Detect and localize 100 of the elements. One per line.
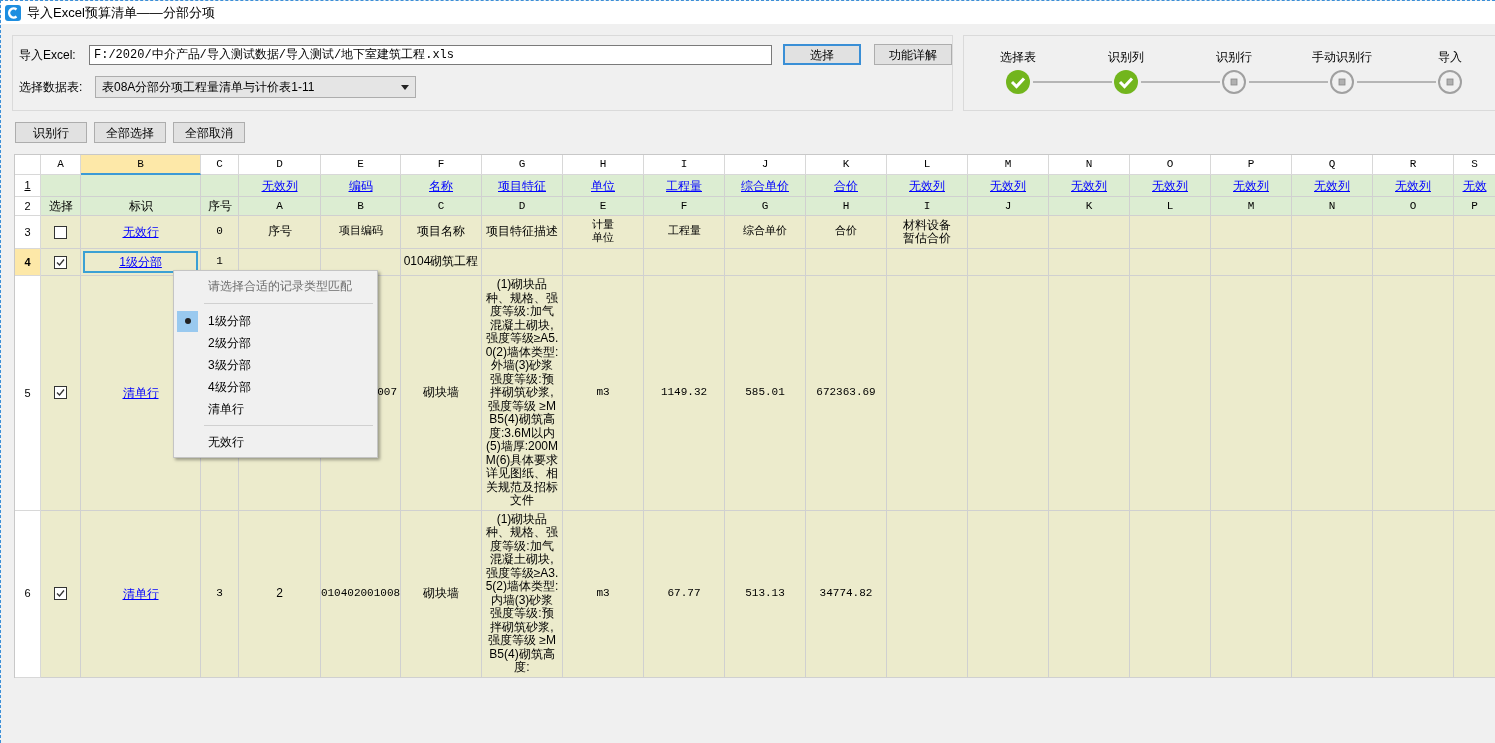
cell-text: 513.13	[745, 586, 785, 601]
table-cell: A	[239, 197, 321, 216]
menu-item[interactable]: 4级分部	[174, 376, 377, 398]
column-mapping-link[interactable]: 无效	[1462, 176, 1487, 195]
record-type-link[interactable]: 无效行	[122, 223, 159, 241]
column-mapping-link[interactable]: 无效列	[1071, 176, 1107, 195]
column-mapping-link[interactable]: 无效列	[909, 176, 945, 195]
menu-item[interactable]: 1级分部	[174, 310, 377, 332]
row-header[interactable]: 6	[15, 510, 41, 678]
column-header[interactable]: H	[563, 155, 644, 175]
column-mapping-link[interactable]: 单位	[591, 176, 615, 195]
column-mapping-link[interactable]: 项目特征	[498, 176, 546, 195]
app-logo-icon	[5, 4, 21, 21]
row-header[interactable]: 1	[15, 175, 41, 197]
column-mapping-link[interactable]: 无效列	[1395, 176, 1431, 195]
menu-title: 请选择合适的记录类型匹配	[207, 278, 353, 295]
file-path-field[interactable]: F:/2020/中介产品/导入测试数据/导入测试/地下室建筑工程.xls	[89, 44, 772, 65]
column-header[interactable]: O	[1130, 155, 1211, 175]
sheet-dropdown[interactable]: 表08A分部分项工程量清单与计价表1-11	[95, 76, 416, 98]
row-header[interactable]: 5	[15, 276, 41, 511]
menu-item[interactable]: 清单行	[174, 398, 377, 420]
column-header[interactable]: Q	[1292, 155, 1373, 175]
column-mapping-link[interactable]: 综合单价	[741, 176, 789, 195]
row-header[interactable]: 4	[15, 249, 41, 276]
row-header[interactable]: 3	[15, 216, 41, 249]
row-header[interactable]: 2	[15, 197, 41, 216]
column-header[interactable]: A	[41, 155, 81, 175]
table-cell: O	[1373, 197, 1454, 216]
menu-item[interactable]: 3级分部	[174, 354, 377, 376]
column-header[interactable]: G	[482, 155, 563, 175]
cell-text: 67.77	[667, 586, 701, 601]
cell-text: 0	[216, 225, 223, 239]
menu-item[interactable]: 无效行	[174, 431, 377, 453]
cell-text: 585.01	[745, 386, 785, 400]
column-mapping-link[interactable]: 名称	[429, 176, 453, 195]
cell-text: 合价	[835, 225, 857, 239]
table-cell: C	[401, 197, 482, 216]
cell-text: m3	[595, 586, 611, 601]
table-cell: B	[321, 197, 401, 216]
cell-text: 010402001008	[320, 586, 401, 601]
column-mapping-link[interactable]: 无效列	[1314, 176, 1350, 195]
column-header[interactable]: N	[1049, 155, 1130, 175]
column-mapping-link[interactable]: 合价	[834, 176, 858, 195]
corner-cell	[15, 155, 41, 175]
help-button[interactable]: 功能详解	[874, 44, 952, 65]
cell-text: 综合单价	[743, 225, 787, 239]
column-header[interactable]: C	[201, 155, 239, 175]
column-mapping-link[interactable]: 无效列	[990, 176, 1026, 195]
cell-text: 34774.82	[819, 586, 873, 601]
menu-item[interactable]: 2级分部	[174, 332, 377, 354]
checkbox[interactable]	[54, 587, 67, 600]
checkbox[interactable]	[54, 225, 67, 239]
cell-text: 计量单位	[591, 218, 615, 246]
cell-text: 砌块墙	[423, 386, 459, 400]
column-mapping-link[interactable]: 无效列	[1152, 176, 1188, 195]
table-cell	[41, 175, 81, 197]
table-cell: J	[968, 197, 1049, 216]
column-header[interactable]: D	[239, 155, 321, 175]
table-cell: I	[887, 197, 968, 216]
column-header[interactable]: M	[968, 155, 1049, 175]
column-header[interactable]: E	[321, 155, 401, 175]
checkbox[interactable]	[54, 386, 67, 400]
cell-text: 1149.32	[660, 386, 708, 400]
step-label: 导入	[1438, 49, 1462, 66]
record-type-link[interactable]: 清单行	[122, 584, 159, 603]
cell-text: 3	[216, 586, 223, 601]
action-button[interactable]: 全部取消	[173, 122, 245, 143]
column-header[interactable]: L	[887, 155, 968, 175]
action-button[interactable]: 全部选择	[94, 122, 166, 143]
step-label: 识别列	[1108, 49, 1144, 66]
cell-text: 007	[377, 386, 397, 400]
table-cell: 序号	[201, 197, 239, 216]
checkbox[interactable]	[54, 255, 67, 269]
action-button[interactable]: 识别行	[15, 122, 87, 143]
choose-button[interactable]: 选择	[783, 44, 861, 65]
table-cell: 选择	[41, 197, 81, 216]
column-header[interactable]: J	[725, 155, 806, 175]
cell-text: 项目编码	[338, 225, 383, 239]
table-cell: F	[644, 197, 725, 216]
column-header[interactable]: K	[806, 155, 887, 175]
column-header[interactable]: I	[644, 155, 725, 175]
window-title: 导入Excel预算清单——分部分项	[27, 3, 215, 22]
column-mapping-link[interactable]: 工程量	[666, 176, 702, 195]
column-header[interactable]: P	[1211, 155, 1292, 175]
table-cell	[1454, 249, 1495, 276]
cell-text: (1)砌块品种、规格、强度等级:加气混凝土砌块,强度等级≥A3.5(2)墙体类型:内墙(3)砂浆强度等级:预拌砌筑砂浆,强度等级 ≥MB5(4)砌筑高度:	[485, 512, 559, 675]
column-mapping-link[interactable]: 无效列	[1233, 176, 1269, 195]
column-header[interactable]: B	[81, 155, 201, 175]
column-header[interactable]: S	[1454, 155, 1495, 175]
cell-text: 项目特征描述	[485, 225, 559, 239]
cell-text: 项目名称	[417, 225, 465, 239]
cell-text: 2	[276, 586, 283, 601]
cell-text: 672363.69	[816, 386, 876, 400]
table-cell: M	[1211, 197, 1292, 216]
column-header[interactable]: R	[1373, 155, 1454, 175]
record-type-link[interactable]: 清单行	[122, 383, 159, 402]
table-cell: N	[1292, 197, 1373, 216]
column-header[interactable]: F	[401, 155, 482, 175]
column-mapping-link[interactable]: 编码	[348, 176, 373, 195]
column-mapping-link[interactable]: 无效列	[261, 176, 298, 195]
